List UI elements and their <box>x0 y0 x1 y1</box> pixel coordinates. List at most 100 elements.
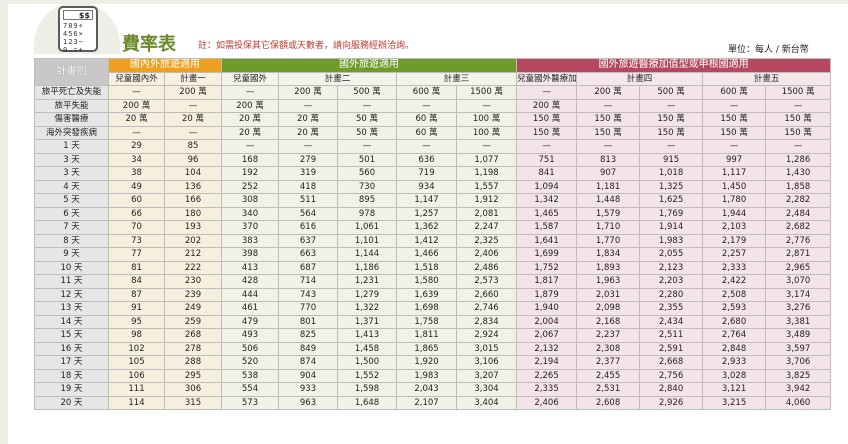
table-cell: 1,257 <box>396 206 457 221</box>
rate-table-body: 旅平死亡及失能 —200 萬 —200 萬 500 萬 600 萬 1500 萬 —200 … <box>34 85 832 410</box>
table-cell: 2,203 <box>639 274 704 289</box>
coverage-row: 旅平失能 200 萬 —200 萬 — — — —200 萬 — — — — <box>34 98 832 113</box>
group-header-overseas: 國外旅遊適用 <box>220 58 518 73</box>
rate-row: 17 天 105 288 520 874 1,500 1,920 3,106 2,194 2,37… <box>34 355 832 370</box>
table-cell: 84 <box>108 274 165 289</box>
table-cell: 500 萬 <box>337 85 397 100</box>
table-cell: — <box>702 139 767 154</box>
rate-row: 9 天 77 212 398 663 1,144 1,466 2,406 1,699 1,834 2… <box>34 247 832 262</box>
table-cell: 719 <box>396 166 457 181</box>
row-label: 15 天 <box>34 328 109 343</box>
table-cell: 60 萬 <box>396 125 457 140</box>
table-cell: 34 <box>108 152 165 167</box>
table-cell: 1,465 <box>516 206 578 221</box>
table-cell: 511 <box>278 193 338 208</box>
rate-row: 15 天 98 268 493 825 1,413 1,811 2,924 2,067 2,237… <box>34 328 832 343</box>
table-cell: 2,081 <box>455 206 518 221</box>
table-cell: 3,070 <box>765 274 832 289</box>
table-cell: 849 <box>278 341 338 356</box>
table-cell: 2,593 <box>702 301 767 316</box>
table-cell: 3,825 <box>765 368 832 383</box>
table-cell: 2,043 <box>396 382 457 397</box>
table-cell: 730 <box>337 179 397 194</box>
table-cell: 150 萬 <box>576 125 641 140</box>
row-label: 16 天 <box>34 341 109 356</box>
table-cell: 1,286 <box>765 152 832 167</box>
table-cell: 2,680 <box>702 314 767 329</box>
table-cell: 20 萬 <box>278 112 338 127</box>
table-cell: 105 <box>108 355 165 370</box>
table-cell: 288 <box>164 355 222 370</box>
table-cell: 500 萬 <box>639 85 704 100</box>
table-cell: 600 萬 <box>702 85 767 100</box>
table-cell: 2,247 <box>455 220 518 235</box>
table-cell: 895 <box>337 193 397 208</box>
table-cell: 192 <box>221 166 279 181</box>
table-cell: 2,123 <box>639 260 704 275</box>
table-cell: 997 <box>702 152 767 167</box>
table-cell: 85 <box>164 139 222 154</box>
row-label: 6 天 <box>34 206 109 221</box>
table-cell: 150 萬 <box>702 125 767 140</box>
table-cell: 1,181 <box>576 179 641 194</box>
subheader-child-overseas: 兒童國外 <box>221 71 279 86</box>
table-cell: 308 <box>221 193 279 208</box>
table-cell: 212 <box>164 247 222 262</box>
unit-label: 單位：每人 / 新台幣 <box>728 45 809 55</box>
table-cell: — <box>639 98 704 113</box>
table-cell: 1,144 <box>337 247 397 262</box>
table-cell: 1,920 <box>396 355 457 370</box>
table-cell: 150 萬 <box>765 112 832 127</box>
table-cell: 150 萬 <box>516 112 578 127</box>
page-title: 費率表 <box>122 34 176 55</box>
table-cell: 20 萬 <box>108 112 165 127</box>
table-cell: 2,282 <box>765 193 832 208</box>
table-cell: — <box>221 139 279 154</box>
table-cell: 3,015 <box>455 341 518 356</box>
table-cell: 2,668 <box>639 355 704 370</box>
table-cell: 636 <box>396 152 457 167</box>
table-cell: 1,817 <box>516 274 578 289</box>
subheader-plan-5: 計畫五 <box>702 71 832 86</box>
table-cell: 564 <box>278 206 338 221</box>
table-cell: 1,879 <box>516 287 578 302</box>
table-cell: 20 萬 <box>278 125 338 140</box>
row-label: 18 天 <box>34 368 109 383</box>
table-cell: 239 <box>164 287 222 302</box>
table-cell: 2,608 <box>576 395 641 410</box>
row-label: 旅平失能 <box>34 98 109 113</box>
table-cell: 493 <box>221 328 279 343</box>
table-cell: 1,963 <box>576 274 641 289</box>
table-cell: 249 <box>164 301 222 316</box>
table-cell: 3,276 <box>765 301 832 316</box>
table-cell: 2,871 <box>765 247 832 262</box>
table-cell: 825 <box>278 328 338 343</box>
table-cell: 770 <box>278 301 338 316</box>
table-cell: 2,508 <box>702 287 767 302</box>
table-cell: 319 <box>278 166 338 181</box>
table-cell: 743 <box>278 287 338 302</box>
table-cell: 1,780 <box>702 193 767 208</box>
table-cell: — <box>221 85 279 100</box>
table-cell: 1,412 <box>396 233 457 248</box>
table-cell: 150 萬 <box>576 112 641 127</box>
table-cell: 111 <box>108 382 165 397</box>
table-cell: 874 <box>278 355 338 370</box>
table-cell: 2,107 <box>396 395 457 410</box>
table-cell: 100 萬 <box>455 125 518 140</box>
row-label: 12 天 <box>34 287 109 302</box>
table-cell: 904 <box>278 368 338 383</box>
table-cell: 2,511 <box>639 328 704 343</box>
rate-row: 5 天 60 166 308 511 895 1,147 1,912 1,342 1,448 1,6… <box>34 193 832 208</box>
table-cell: 77 <box>108 247 165 262</box>
table-cell: 200 萬 <box>278 85 338 100</box>
table-cell: 2,531 <box>576 382 641 397</box>
table-cell: 2,325 <box>455 233 518 248</box>
table-cell: — <box>108 125 165 140</box>
row-label: 11 天 <box>34 274 109 289</box>
table-cell: 1,231 <box>337 274 397 289</box>
table-cell: 2,179 <box>702 233 767 248</box>
table-cell: 841 <box>516 166 578 181</box>
table-cell: 2,573 <box>455 274 518 289</box>
table-cell: 1,198 <box>455 166 518 181</box>
